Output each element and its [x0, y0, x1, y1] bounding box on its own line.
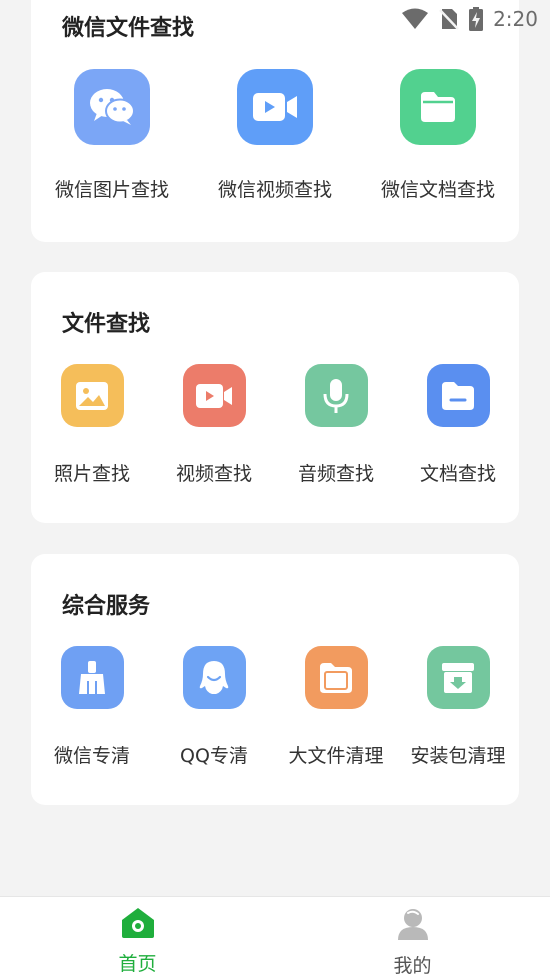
- package-download-icon: [426, 646, 490, 709]
- document-search-button[interactable]: 文档查找: [397, 364, 519, 486]
- folder-icon: [426, 364, 490, 427]
- nav-home-label: 首页: [118, 953, 157, 975]
- nav-home-tab[interactable]: 首页: [0, 897, 275, 979]
- apk-clean-label: 安装包清理: [410, 745, 506, 767]
- photo-search-label: 照片查找: [53, 463, 130, 485]
- image-icon: [60, 364, 124, 427]
- wechat-image-search-label: 微信图片查找: [54, 179, 169, 201]
- video-camera-icon: [237, 69, 313, 145]
- nav-mine-tab[interactable]: 我的: [275, 897, 550, 979]
- qq-penguin-icon: [182, 646, 246, 709]
- wechat-chat-icon: [74, 69, 150, 145]
- qq-clean-label: QQ专清: [180, 745, 248, 767]
- wifi-icon: [401, 8, 429, 30]
- home-icon: [121, 907, 155, 943]
- wechat-clean-label: 微信专清: [53, 745, 130, 767]
- nav-mine-label: 我的: [393, 955, 432, 977]
- video-search-button[interactable]: 视频查找: [153, 364, 275, 486]
- folder-icon: [400, 69, 476, 145]
- file-search-card: 文件查找 照片查找 视频查找 音频查找 文档查找: [31, 272, 519, 523]
- bottom-navigation: 首页 我的: [0, 896, 550, 979]
- wechat-video-search-button[interactable]: 微信视频查找: [200, 69, 350, 202]
- user-icon: [396, 907, 430, 945]
- qq-clean-button[interactable]: QQ专清: [153, 646, 275, 768]
- broom-icon: [60, 646, 124, 709]
- wechat-section-title: 微信文件查找: [62, 16, 195, 41]
- microphone-icon: [304, 364, 368, 427]
- video-camera-icon: [182, 364, 246, 427]
- status-time: 2:20: [493, 7, 538, 31]
- audio-search-button[interactable]: 音频查找: [275, 364, 397, 486]
- wechat-document-search-label: 微信文档查找: [380, 179, 495, 201]
- file-section-title: 文件查找: [62, 312, 151, 337]
- apk-clean-button[interactable]: 安装包清理: [397, 646, 519, 768]
- audio-search-label: 音频查找: [297, 463, 374, 485]
- wechat-document-search-button[interactable]: 微信文档查找: [363, 69, 513, 202]
- video-search-label: 视频查找: [175, 463, 252, 485]
- battery-charging-icon: [469, 7, 484, 31]
- document-search-label: 文档查找: [419, 463, 496, 485]
- wechat-image-search-button[interactable]: 微信图片查找: [37, 69, 187, 202]
- wechat-clean-button[interactable]: 微信专清: [31, 646, 153, 768]
- files-icon: [304, 646, 368, 709]
- no-sim-icon: [439, 8, 459, 30]
- large-file-clean-button[interactable]: 大文件清理: [275, 646, 397, 768]
- service-section-title: 综合服务: [62, 594, 151, 619]
- wechat-video-search-label: 微信视频查找: [217, 179, 332, 201]
- status-bar: 2:20: [401, 0, 550, 38]
- integrated-services-card: 综合服务 微信专清 QQ专清 大文件清理 安装包清理: [31, 554, 519, 805]
- large-file-clean-label: 大文件清理: [288, 745, 384, 767]
- photo-search-button[interactable]: 照片查找: [31, 364, 153, 486]
